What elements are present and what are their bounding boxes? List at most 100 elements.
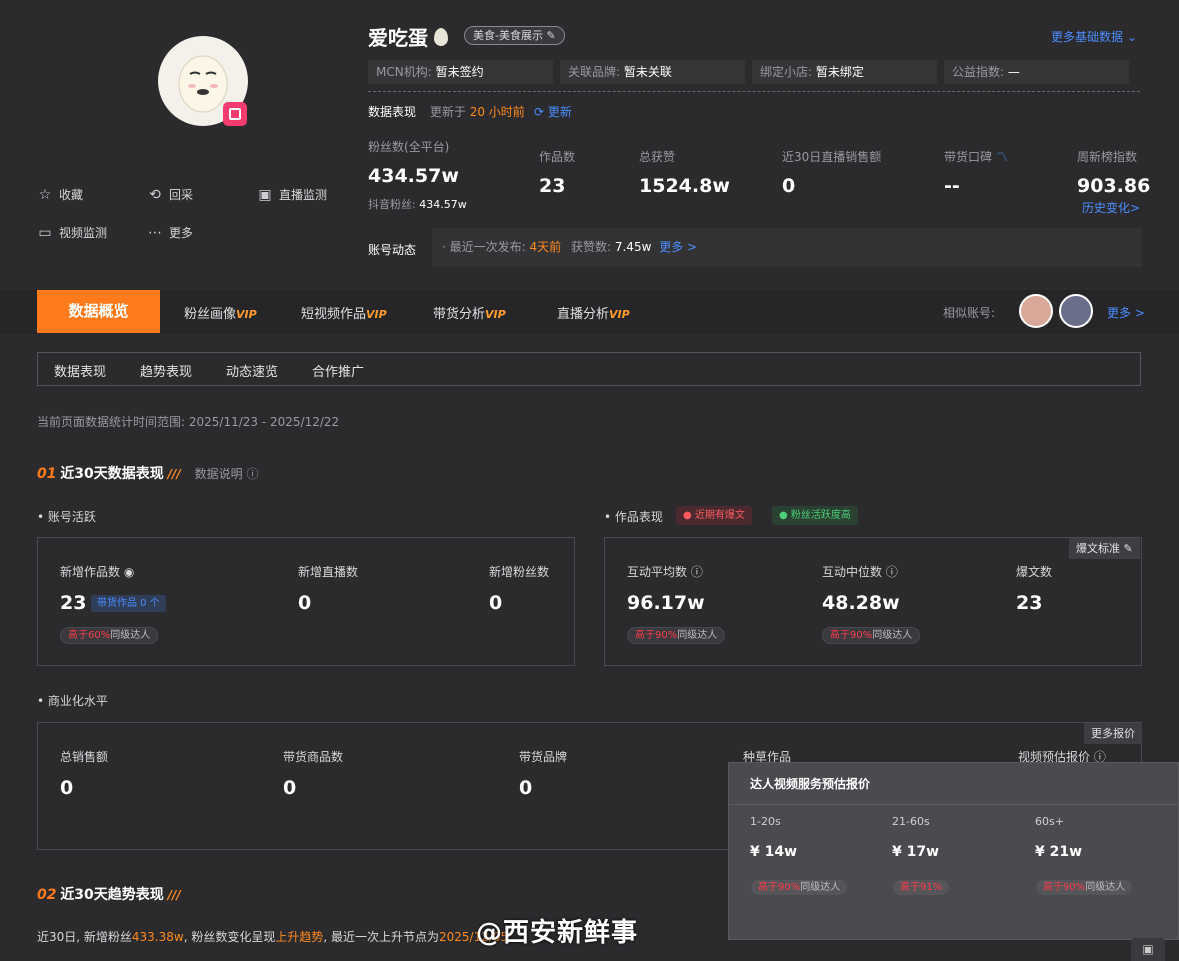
qr-code-icon[interactable] bbox=[223, 102, 247, 126]
edit-icon: ✎ bbox=[546, 29, 556, 42]
perf-header: 数据表现 更新于 20 小时前 bbox=[368, 105, 525, 119]
new-fans-label: 新增粉丝数 bbox=[489, 565, 550, 579]
favorite-button[interactable]: ☆ 收藏 bbox=[37, 186, 83, 203]
egg-icon bbox=[434, 27, 448, 46]
info-mcn: MCN机构: 暂未签约 bbox=[368, 60, 553, 84]
fans-value: 434.57w bbox=[368, 165, 459, 187]
avg-rank-pill: 高于90%同级达人 bbox=[627, 627, 726, 644]
edit-icon: ✎ bbox=[1123, 542, 1133, 555]
viral-standard-button[interactable]: 爆文标准 ✎ bbox=[1069, 538, 1140, 559]
median-rank-pill: 高于90%同级达人 bbox=[822, 627, 921, 644]
new-works-label: 新增作品数 ◉ bbox=[60, 565, 135, 579]
median-interaction-label: 互动中位数 ⓘ bbox=[822, 565, 898, 579]
subtab-dynamics[interactable]: 动态速览 bbox=[226, 361, 278, 380]
avg-interaction-value: 96.17w bbox=[627, 592, 705, 614]
viral-badge: ● 近期有爆文 bbox=[676, 506, 752, 525]
more-icon: ⋯ bbox=[148, 224, 162, 241]
median-interaction-value: 48.28w bbox=[822, 592, 900, 614]
similar-more-link[interactable]: 更多 > bbox=[1107, 304, 1145, 321]
likes-label: 总获赞 bbox=[639, 150, 676, 164]
date-range-text: 当前页面数据统计时间范围: 2025/11/23 - 2025/12/22 bbox=[37, 415, 340, 429]
fire-icon: ● bbox=[683, 510, 692, 521]
live-sales-label: 近30日直播销售额 bbox=[782, 150, 882, 164]
quote-range-2: 21-60s bbox=[892, 815, 930, 828]
category-tag[interactable]: 美食-美食展示 ✎ bbox=[464, 26, 565, 45]
commerce-title: • 商业化水平 bbox=[37, 694, 108, 708]
viral-count-value: 23 bbox=[1016, 592, 1043, 614]
eye-icon[interactable]: ◉ bbox=[124, 565, 134, 579]
new-works-rank-pill: 高于60%同级达人 bbox=[60, 627, 159, 644]
fans-label: 粉丝数(全平台) bbox=[368, 140, 450, 154]
subtab-trend[interactable]: 趋势表现 bbox=[140, 361, 192, 380]
watermark-text: @西安新鲜事 bbox=[476, 918, 639, 948]
user-icon: ● bbox=[779, 510, 788, 521]
works-label: 作品数 bbox=[539, 150, 576, 164]
works-perf-title: • 作品表现 bbox=[604, 510, 663, 524]
weekly-index-label: 周新榜指数 bbox=[1077, 150, 1138, 164]
info-charity: 公益指数: — bbox=[944, 60, 1129, 84]
reputation-value: -- bbox=[944, 175, 960, 197]
subtab-cooperation[interactable]: 合作推广 bbox=[312, 361, 364, 380]
dynamics-box: · 最近一次发布: 4天前 获赞数: 7.45w 更多 > bbox=[432, 228, 1142, 267]
likes-value: 1524.8w bbox=[639, 175, 730, 197]
section-title-30d-performance: 01 近30天数据表现 /// 数据说明 ⓘ bbox=[37, 466, 259, 482]
trend-chart-icon[interactable]: 〽 bbox=[996, 150, 1008, 164]
total-sales-value: 0 bbox=[60, 777, 74, 799]
video-monitor-button[interactable]: ▭ 视频监测 bbox=[37, 224, 107, 241]
star-icon: ☆ bbox=[38, 186, 52, 203]
chevron-down-icon: ⌄ bbox=[1126, 30, 1137, 44]
more-basic-data-link[interactable]: 更多基础数据 ⌄ bbox=[1051, 28, 1137, 45]
brands-count-value: 0 bbox=[519, 777, 533, 799]
quote-range-3: 60s+ bbox=[1035, 815, 1064, 828]
brands-count-label: 带货品牌 bbox=[519, 750, 568, 764]
quote-rank-pill-1: 高于90%同级达人 bbox=[750, 879, 849, 896]
dynamics-label: 账号动态 bbox=[368, 243, 417, 257]
subtab-data-performance[interactable]: 数据表现 bbox=[54, 361, 106, 380]
total-sales-label: 总销售额 bbox=[60, 750, 109, 764]
help-icon[interactable]: ⓘ bbox=[246, 467, 258, 481]
similar-account-avatar[interactable] bbox=[1019, 294, 1053, 328]
info-shop: 绑定小店: 暂未绑定 bbox=[752, 60, 937, 84]
douyin-fans: 抖音粉丝: 434.57w bbox=[368, 198, 467, 211]
fans-active-badge: ● 粉丝活跃度高 bbox=[772, 506, 858, 525]
help-icon[interactable]: ⓘ bbox=[886, 565, 898, 579]
refresh-icon: ⟲ bbox=[149, 186, 161, 203]
more-quote-button[interactable]: 更多报价 bbox=[1084, 723, 1142, 744]
weekly-index-value: 903.86 bbox=[1077, 175, 1151, 197]
tab-short-video[interactable]: 短视频作品VIP bbox=[301, 303, 387, 322]
tab-overview[interactable]: 数据概览 bbox=[37, 290, 160, 333]
history-change-link[interactable]: 历史变化> bbox=[1082, 199, 1140, 216]
dynamics-more-link[interactable]: 更多 > bbox=[659, 240, 697, 254]
trend-summary: 近30日, 新增粉丝433.38w, 粉丝数变化呈现上升趋势, 最近一次上升节点… bbox=[37, 930, 509, 944]
similar-accounts-label: 相似账号: bbox=[943, 306, 996, 320]
divider bbox=[368, 91, 1140, 92]
viral-count-label: 爆文数 bbox=[1016, 565, 1053, 579]
recollect-button[interactable]: ⟲ 回采 bbox=[147, 186, 193, 203]
tab-sales-analysis[interactable]: 带货分析VIP bbox=[433, 303, 506, 322]
quote-rank-pill-2: 高于91% bbox=[892, 879, 951, 896]
goods-works-badge[interactable]: 带货作品 0 个 bbox=[91, 595, 166, 612]
reputation-label: 带货口碑 〽 bbox=[944, 150, 1008, 164]
goods-count-label: 带货商品数 bbox=[283, 750, 344, 764]
new-fans-value: 0 bbox=[489, 592, 503, 614]
monitor-icon: ▭ bbox=[38, 224, 52, 241]
tab-live-analysis[interactable]: 直播分析VIP bbox=[557, 303, 630, 322]
account-name: 爱吃蛋 bbox=[368, 22, 448, 51]
similar-account-avatar[interactable] bbox=[1059, 294, 1093, 328]
quote-price-1: ¥ 14w bbox=[750, 844, 798, 860]
works-value: 23 bbox=[539, 175, 566, 197]
quote-rank-pill-3: 高于90%同级达人 bbox=[1035, 879, 1134, 896]
subtab-bar bbox=[37, 352, 1141, 386]
update-button[interactable]: ⟳ 更新 bbox=[534, 103, 572, 120]
quote-price-3: ¥ 21w bbox=[1035, 844, 1083, 860]
goods-count-value: 0 bbox=[283, 777, 297, 799]
quote-price-2: ¥ 17w bbox=[892, 844, 940, 860]
help-icon[interactable]: ⓘ bbox=[691, 565, 703, 579]
tab-fans-profile[interactable]: 粉丝画像VIP bbox=[184, 303, 257, 322]
live-monitor-button[interactable]: ▣ 直播监测 bbox=[257, 186, 327, 203]
new-live-value: 0 bbox=[298, 592, 312, 614]
live-sales-value: 0 bbox=[782, 175, 796, 197]
more-actions-button[interactable]: ⋯ 更多 bbox=[147, 224, 193, 241]
chat-icon[interactable]: ▣ bbox=[1131, 938, 1165, 961]
new-live-label: 新增直播数 bbox=[298, 565, 359, 579]
